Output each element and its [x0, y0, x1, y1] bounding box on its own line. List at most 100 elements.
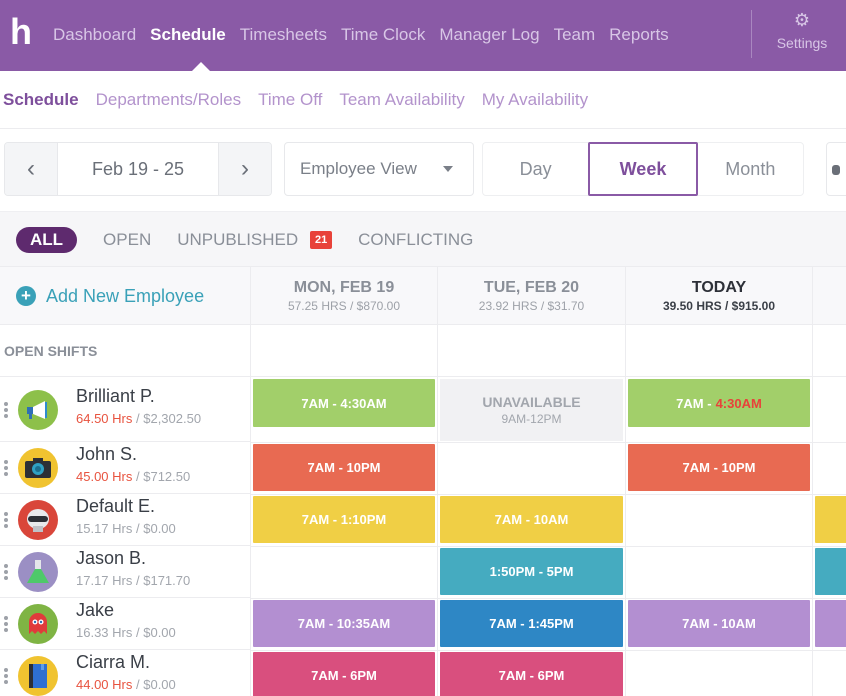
shift-block[interactable]: 7AM - 4:30AM: [628, 379, 810, 427]
nav-divider: [751, 10, 752, 58]
tab-day[interactable]: Day: [483, 143, 588, 195]
shift-block[interactable]: 7AM - 4:30AM: [253, 379, 435, 427]
subnav-time-off[interactable]: Time Off: [258, 90, 322, 110]
day-column: MON, FEB 19 57.25 HRS / $870.00 7AM - 4:…: [250, 267, 437, 696]
employee-name[interactable]: Brilliant P.: [76, 386, 155, 406]
employee-stats: 64.50 Hrs / $2,302.50: [76, 411, 201, 427]
date-range-picker: ‹ Feb 19 - 25 ›: [4, 142, 272, 196]
day-summary: 57.25 HRS / $870.00: [287, 299, 401, 313]
nav-dashboard[interactable]: Dashboard: [53, 24, 136, 46]
row-divider: [813, 598, 846, 599]
shift-block[interactable]: 7AM - 10AM: [440, 496, 623, 543]
app-logo[interactable]: h: [10, 12, 32, 52]
row-divider: [251, 442, 437, 443]
flask-icon: [26, 559, 50, 585]
open-shift-cell[interactable]: [813, 325, 846, 377]
employee-name[interactable]: Jake: [76, 600, 114, 620]
day-title: TODAY: [691, 279, 747, 296]
print-button[interactable]: [826, 142, 846, 196]
drag-handle-icon[interactable]: [4, 616, 8, 634]
drag-handle-icon[interactable]: [4, 512, 8, 530]
day-title: MON, FEB 19: [293, 279, 395, 296]
subnav-team-availability[interactable]: Team Availability: [339, 90, 464, 110]
shift-block[interactable]: [815, 496, 846, 543]
open-shift-cell[interactable]: [438, 325, 625, 377]
row-divider: [438, 494, 625, 495]
row-divider: [251, 494, 437, 495]
employee-hours: 15.17 Hrs: [76, 521, 133, 536]
filter-unpublished[interactable]: UNPUBLISHED 21: [177, 227, 333, 253]
employee-name[interactable]: Ciarra M.: [76, 652, 150, 672]
day-header[interactable]: MON, FEB 19 57.25 HRS / $870.00: [251, 267, 437, 325]
day-header[interactable]: TUE, FEB 20 23.92 HRS / $31.70: [438, 267, 625, 325]
nav-time-clock[interactable]: Time Clock: [341, 24, 425, 46]
employee-row[interactable]: Jason B. 17.17 Hrs / $171.70: [0, 546, 250, 598]
tab-week[interactable]: Week: [588, 142, 698, 196]
settings-button[interactable]: ⚙ Settings: [764, 10, 840, 52]
main-nav: Dashboard Schedule Timesheets Time Clock…: [53, 24, 683, 46]
drag-handle-icon[interactable]: [4, 564, 8, 582]
employee-pay: $712.50: [143, 469, 191, 484]
nav-timesheets[interactable]: Timesheets: [240, 24, 327, 46]
row-divider: [813, 650, 846, 651]
drag-handle-icon[interactable]: [4, 668, 8, 686]
employee-column-header: + Add New Employee: [0, 267, 250, 325]
day-header[interactable]: TODAY 39.50 HRS / $915.00: [626, 267, 812, 325]
day-summary: 39.50 HRS / $915.00: [662, 299, 776, 313]
add-new-employee-label: Add New Employee: [46, 285, 205, 306]
employee-name[interactable]: Jason B.: [76, 548, 146, 568]
avatar: [18, 656, 58, 696]
shift-block[interactable]: 7AM - 10PM: [628, 444, 810, 491]
employee-stats: 44.00 Hrs / $0.00: [76, 677, 176, 693]
date-range-label[interactable]: Feb 19 - 25: [57, 143, 219, 195]
shift-time: 7AM - 4:30AM: [301, 395, 387, 411]
employee-row[interactable]: Jake 16.33 Hrs / $0.00: [0, 598, 250, 650]
plus-circle-icon: +: [16, 286, 36, 306]
filter-open[interactable]: OPEN: [103, 227, 151, 253]
day-header[interactable]: [813, 267, 846, 325]
drag-handle-icon[interactable]: [4, 460, 8, 478]
employee-name[interactable]: John S.: [76, 444, 137, 464]
row-divider: [626, 494, 812, 495]
shift-block[interactable]: 7AM - 6PM: [440, 652, 623, 696]
shift-time: 7AM - 10AM: [494, 512, 569, 527]
open-shift-cell[interactable]: [626, 325, 812, 377]
employee-row[interactable]: Default E. 15.17 Hrs / $0.00: [0, 494, 250, 546]
shift-block[interactable]: [815, 600, 846, 647]
tab-month[interactable]: Month: [698, 143, 803, 195]
unavailable-label: UNAVAILABLE: [482, 394, 581, 410]
employee-row[interactable]: Brilliant P. 64.50 Hrs / $2,302.50: [0, 377, 250, 442]
unavailable-block[interactable]: UNAVAILABLE 9AM-12PM: [440, 379, 623, 441]
employee-row[interactable]: Ciarra M. 44.00 Hrs / $0.00: [0, 650, 250, 696]
nav-reports[interactable]: Reports: [609, 24, 669, 46]
shift-block[interactable]: 7AM - 1:10PM: [253, 496, 435, 543]
nav-manager-log[interactable]: Manager Log: [439, 24, 539, 46]
nav-team[interactable]: Team: [554, 24, 596, 46]
add-new-employee-button[interactable]: + Add New Employee: [0, 267, 250, 325]
chevron-right-icon: ›: [241, 155, 249, 182]
shift-block[interactable]: [815, 548, 846, 595]
shift-block[interactable]: 7AM - 10:35AM: [253, 600, 435, 647]
filter-all[interactable]: ALL: [16, 227, 78, 253]
employee-row[interactable]: John S. 45.00 Hrs / $712.50: [0, 442, 250, 494]
next-week-button[interactable]: ›: [219, 143, 271, 195]
shift-block[interactable]: 7AM - 10PM: [253, 444, 435, 491]
drag-handle-icon[interactable]: [4, 402, 8, 420]
shift-block[interactable]: 7AM - 1:45PM: [440, 600, 623, 647]
shift-block[interactable]: 7AM - 10AM: [628, 600, 810, 647]
nav-schedule[interactable]: Schedule: [150, 24, 226, 46]
subnav-my-availability[interactable]: My Availability: [482, 90, 588, 110]
shift-block[interactable]: 1:50PM - 5PM: [440, 548, 623, 595]
open-shift-cell[interactable]: [251, 325, 437, 377]
subnav-schedule[interactable]: Schedule: [3, 90, 79, 110]
subnav-departments-roles[interactable]: Departments/Roles: [96, 90, 242, 110]
shift-block[interactable]: 7AM - 6PM: [253, 652, 435, 696]
employee-column: + Add New Employee OPEN SHIFTS Brilliant…: [0, 267, 250, 696]
row-divider: [251, 546, 437, 547]
employee-name[interactable]: Default E.: [76, 496, 155, 516]
view-select[interactable]: Employee View: [284, 142, 474, 196]
filter-conflicting[interactable]: CONFLICTING: [358, 227, 473, 253]
row-divider: [251, 650, 437, 651]
prev-week-button[interactable]: ‹: [5, 143, 57, 195]
avatar: [18, 500, 58, 540]
